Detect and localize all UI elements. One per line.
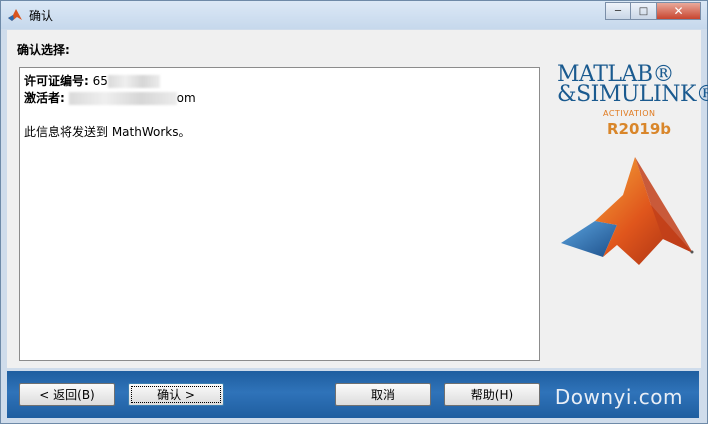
cancel-button[interactable]: 取消 [335, 383, 431, 406]
close-button[interactable]: ✕ [657, 2, 701, 20]
license-line: 许可证编号: 65 [24, 73, 535, 90]
maximize-button[interactable]: □ [631, 2, 657, 20]
activator-label: 激活者: [24, 91, 65, 105]
license-label: 许可证编号: [24, 74, 89, 88]
license-value: 65 [92, 74, 108, 88]
activator-line: 激活者: om [24, 90, 535, 107]
button-bar: < 返回(B) 确认 > 取消 帮助(H) Downyi.com [7, 371, 699, 418]
page-heading: 确认选择: [17, 43, 70, 57]
redacted-license [107, 75, 160, 88]
help-button[interactable]: 帮助(H) [444, 383, 540, 406]
minimize-button[interactable]: ─ [605, 2, 631, 20]
matlab-membrane-icon [561, 157, 694, 265]
title-bar[interactable]: 确认 ─ □ ✕ [1, 1, 707, 29]
window-title: 确认 [29, 9, 54, 23]
confirm-button[interactable]: 确认 > [128, 383, 224, 406]
confirmation-textbox[interactable]: 许可证编号: 65 激活者: om 此信息将发送到 MathWorks。 [19, 67, 540, 361]
matlab-app-icon [8, 9, 22, 21]
activator-value-suffix: om [176, 91, 196, 105]
dialog-content: 确认选择: 许可证编号: 65 激活者: om 此信息将发送到 MathWork… [7, 30, 708, 368]
confirm-dialog-window: 确认 ─ □ ✕ 确认选择: 许可证编号: 65 激活者: om 此信息将发送到… [0, 0, 708, 424]
redacted-email [68, 92, 177, 105]
window-controls: ─ □ ✕ [605, 2, 701, 21]
logo-activation-text: ACTIVATION [603, 109, 656, 118]
logo-simulink-text: &SIMULINK® [557, 82, 708, 107]
matlab-simulink-logo: MATLAB® &SIMULINK® ACTIVATION R2019b [555, 60, 708, 290]
release-label: R2019b [607, 120, 672, 138]
back-button[interactable]: < 返回(B) [19, 383, 115, 406]
message-text: 此信息将发送到 MathWorks。 [24, 125, 191, 139]
site-watermark: Downyi.com [554, 385, 683, 409]
